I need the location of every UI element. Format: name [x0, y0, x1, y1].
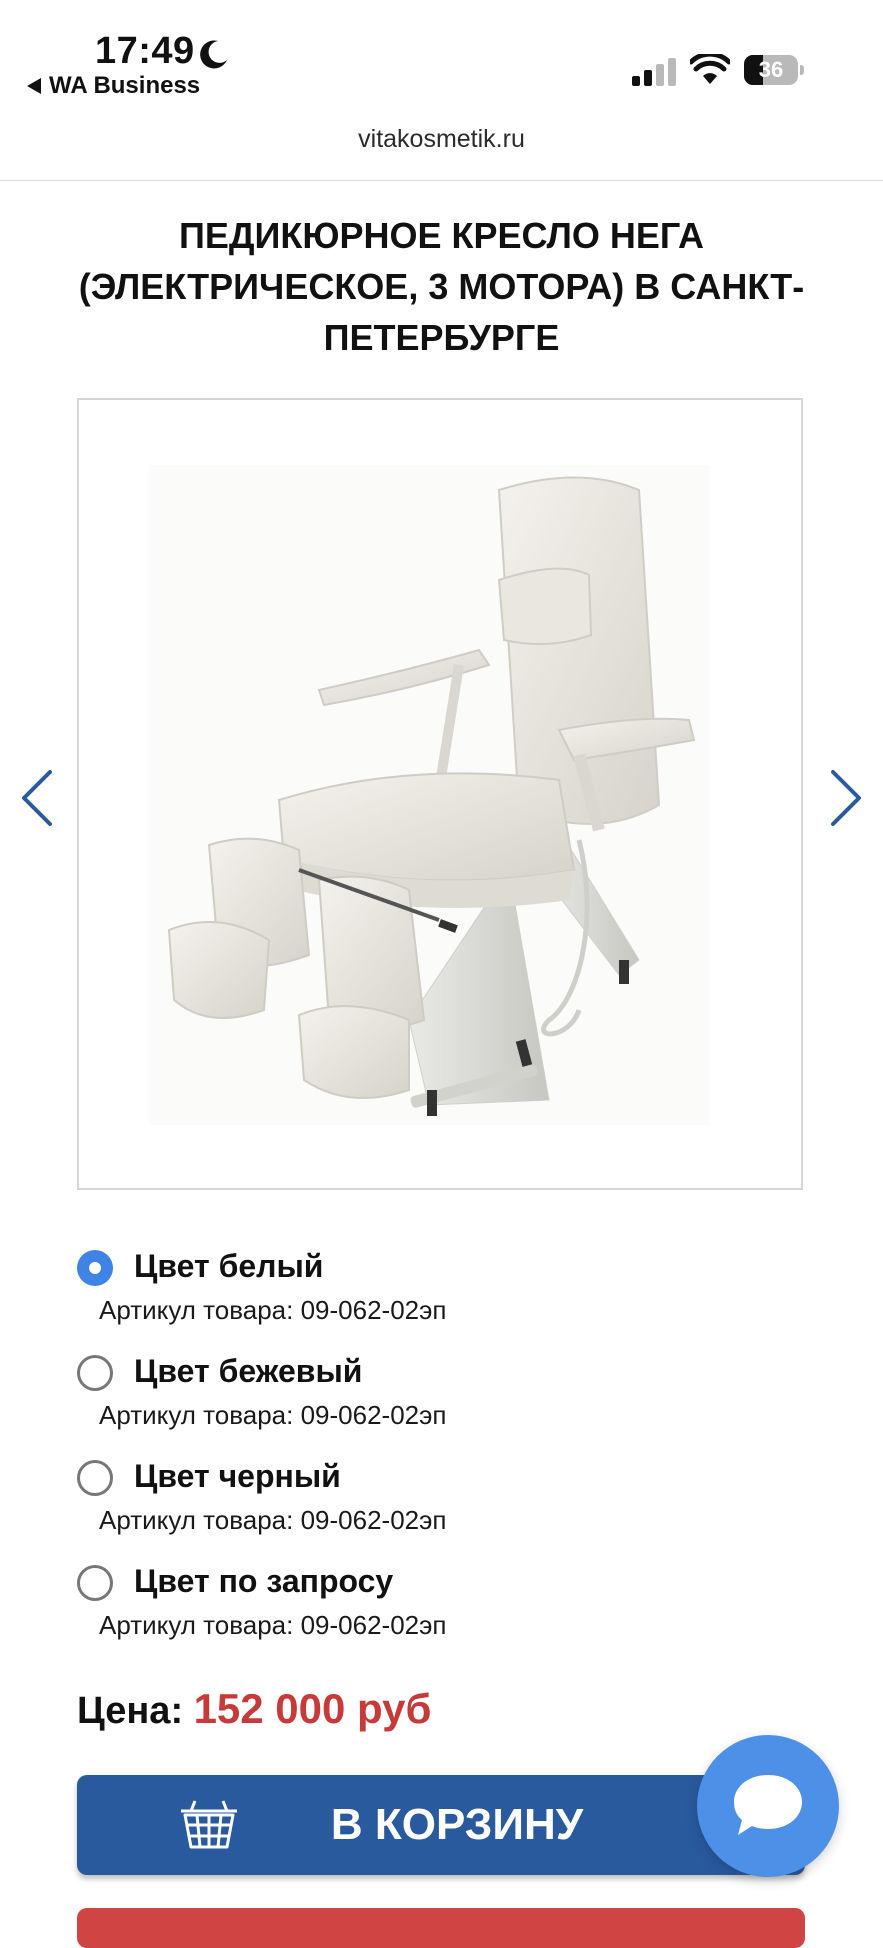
back-triangle-icon	[27, 78, 41, 94]
buy-one-click-button[interactable]	[77, 1908, 805, 1948]
price: Цена: 152 000 руб	[77, 1685, 431, 1733]
price-value: 152 000 руб	[193, 1685, 432, 1732]
clock: 17:49	[95, 30, 195, 72]
variant-option[interactable]: Цвет черный Артикул товара: 09-062-02эп	[77, 1458, 777, 1550]
basket-icon	[181, 1800, 237, 1849]
price-label: Цена:	[77, 1690, 184, 1732]
variant-sku: Артикул товара: 09-062-02эп	[99, 1295, 447, 1325]
chevron-left-icon[interactable]	[18, 768, 58, 828]
radio-button[interactable]	[77, 1565, 113, 1601]
chevron-right-icon[interactable]	[825, 768, 865, 828]
chat-bubble-icon	[734, 1775, 802, 1835]
variant-name[interactable]: Цвет черный	[134, 1458, 341, 1495]
battery-level: 36	[758, 57, 784, 82]
battery-icon: 36	[744, 55, 804, 87]
variant-option[interactable]: Цвет белый Артикул товара: 09-062-02эп	[77, 1248, 777, 1340]
variant-option[interactable]: Цвет бежевый Артикул товара: 09-062-02эп	[77, 1353, 777, 1445]
chat-button[interactable]	[697, 1735, 839, 1877]
add-to-cart-button[interactable]: В КОРЗИНУ	[77, 1775, 805, 1875]
radio-button[interactable]	[77, 1460, 113, 1496]
variant-name[interactable]: Цвет по запросу	[134, 1563, 393, 1600]
cellular-signal-icon	[632, 58, 676, 86]
wifi-icon	[690, 54, 730, 84]
variant-name[interactable]: Цвет бежевый	[134, 1353, 362, 1390]
variant-sku: Артикул товара: 09-062-02эп	[99, 1610, 447, 1640]
variant-name[interactable]: Цвет белый	[134, 1248, 323, 1285]
variant-sku: Артикул товара: 09-062-02эп	[99, 1505, 447, 1535]
back-to-app-link[interactable]: WA Business	[27, 72, 200, 100]
radio-button[interactable]	[77, 1250, 113, 1286]
product-image[interactable]	[77, 398, 803, 1190]
page-title: Педикюрное кресло НЕГА (электрическое, 3…	[78, 215, 805, 358]
radio-button[interactable]	[77, 1355, 113, 1391]
back-app-name: WA Business	[49, 72, 201, 99]
divider	[0, 180, 883, 181]
status-bar: 17:49 WA Business 36	[0, 0, 883, 108]
variant-option[interactable]: Цвет по запросу Артикул товара: 09-062-0…	[77, 1563, 777, 1655]
add-to-cart-label: В КОРЗИНУ	[330, 1800, 584, 1849]
variant-sku: Артикул товара: 09-062-02эп	[99, 1400, 447, 1430]
url-bar[interactable]: vitakosmetik.ru	[0, 125, 883, 154]
pedicure-chair-image	[149, 465, 709, 1125]
moon-icon	[200, 40, 227, 69]
